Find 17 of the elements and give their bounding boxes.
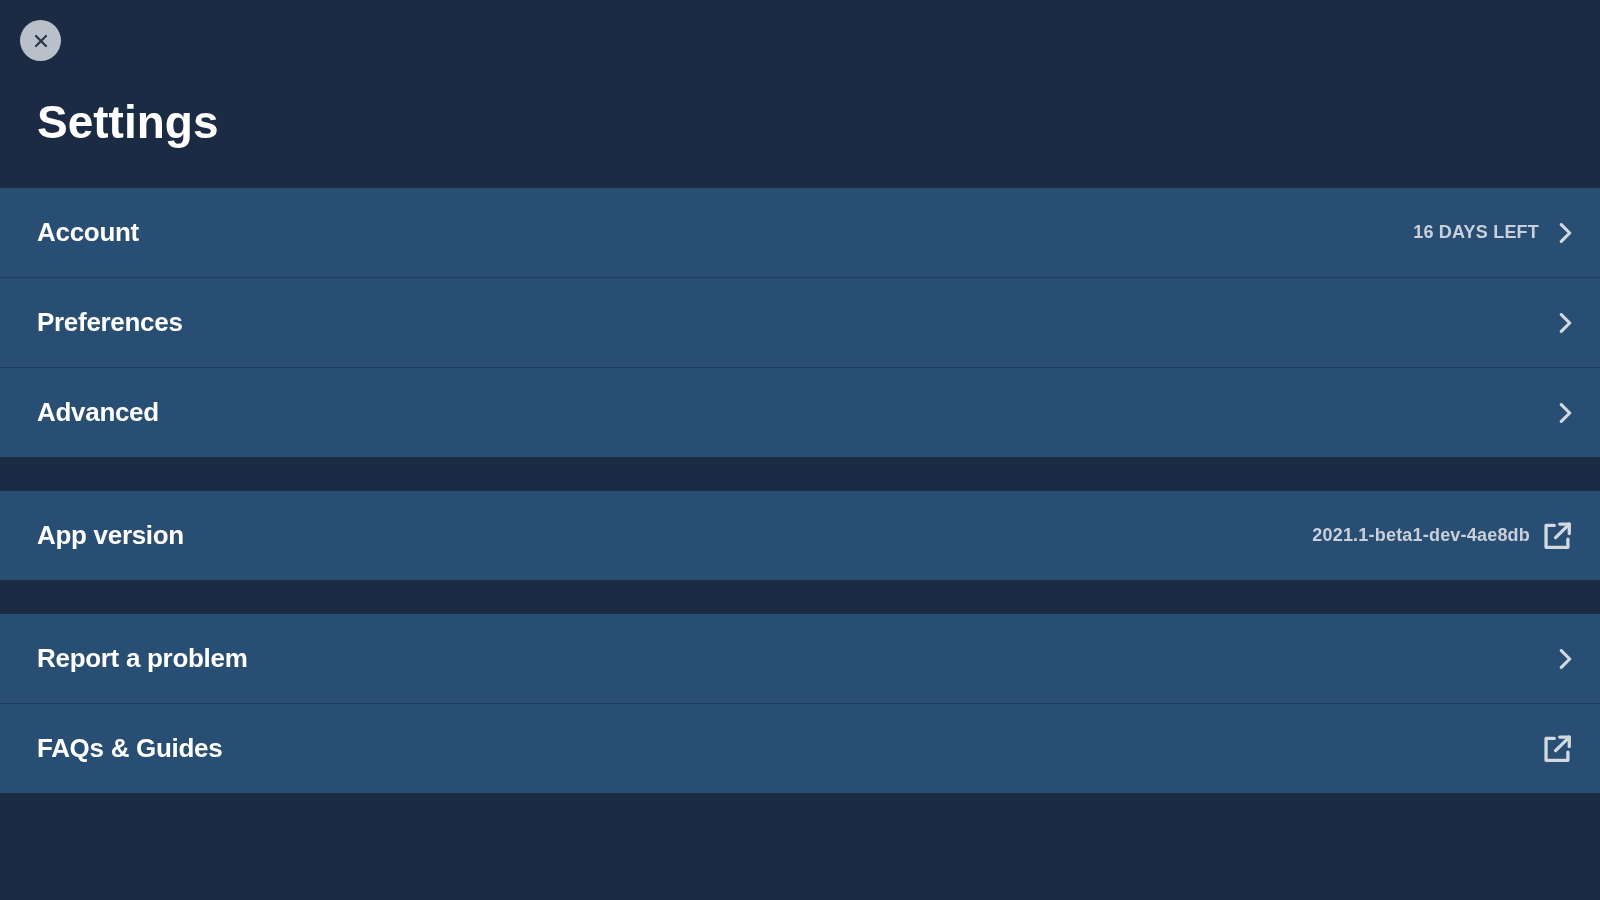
menu-item[interactable]: FAQs & Guides <box>0 703 1600 793</box>
menu-item[interactable]: Account 16 DAYS LEFT <box>0 188 1600 277</box>
close-button[interactable] <box>20 20 61 61</box>
chevron-right-icon <box>1559 312 1572 333</box>
external-link-icon <box>1544 521 1572 550</box>
menu-item[interactable]: App version 2021.1-beta1-dev-4ae8db <box>0 491 1600 580</box>
menu-item[interactable]: Advanced <box>0 367 1600 457</box>
close-icon <box>33 33 48 48</box>
chevron-right-icon <box>1559 648 1572 669</box>
chevron-right-icon <box>1559 402 1572 423</box>
external-link-icon <box>1544 734 1572 763</box>
chevron-right-icon <box>1559 222 1572 243</box>
menu-item[interactable]: Preferences <box>0 277 1600 367</box>
page-title: Settings <box>37 95 220 150</box>
detail-text: 16 DAYS LEFT <box>1413 221 1539 244</box>
menu-item[interactable]: Report a problem <box>0 614 1600 703</box>
detail-text: 2021.1-beta1-dev-4ae8db <box>1312 524 1530 547</box>
